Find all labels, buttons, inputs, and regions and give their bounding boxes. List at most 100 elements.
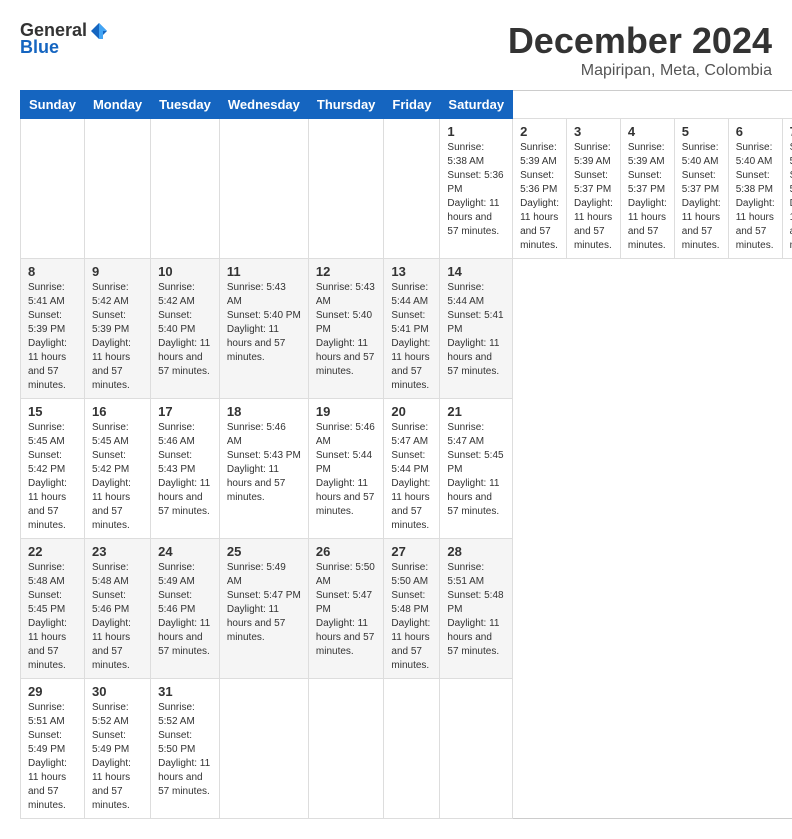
day-info: Sunrise: 5:52 AM Sunset: 5:50 PM Dayligh… — [158, 701, 212, 799]
day-info: Sunrise: 5:52 AM Sunset: 5:49 PM Dayligh… — [92, 701, 143, 813]
calendar-cell — [21, 119, 85, 259]
day-info: Sunrise: 5:51 AM Sunset: 5:48 PM Dayligh… — [447, 561, 505, 659]
column-header-saturday: Saturday — [440, 91, 513, 119]
calendar-cell: 5 Sunrise: 5:40 AM Sunset: 5:37 PM Dayli… — [674, 119, 728, 259]
day-number: 24 — [158, 544, 212, 559]
day-number: 14 — [447, 264, 505, 279]
calendar-cell: 28 Sunrise: 5:51 AM Sunset: 5:48 PM Dayl… — [440, 539, 513, 679]
day-number: 10 — [158, 264, 212, 279]
day-info: Sunrise: 5:48 AM Sunset: 5:46 PM Dayligh… — [92, 561, 143, 673]
day-number: 9 — [92, 264, 143, 279]
day-info: Sunrise: 5:49 AM Sunset: 5:46 PM Dayligh… — [158, 561, 212, 659]
calendar-cell: 31 Sunrise: 5:52 AM Sunset: 5:50 PM Dayl… — [151, 679, 220, 819]
day-number: 17 — [158, 404, 212, 419]
calendar-week-row: 22 Sunrise: 5:48 AM Sunset: 5:45 PM Dayl… — [21, 539, 792, 679]
day-number: 25 — [227, 544, 301, 559]
calendar-cell: 4 Sunrise: 5:39 AM Sunset: 5:37 PM Dayli… — [620, 119, 674, 259]
location-text: Mapiripan, Meta, Colombia — [508, 62, 772, 80]
day-info: Sunrise: 5:40 AM Sunset: 5:37 PM Dayligh… — [682, 141, 721, 253]
logo-flag-icon — [89, 21, 109, 41]
day-number: 8 — [28, 264, 77, 279]
day-number: 15 — [28, 404, 77, 419]
calendar-cell: 3 Sunrise: 5:39 AM Sunset: 5:37 PM Dayli… — [566, 119, 620, 259]
calendar-cell — [440, 679, 513, 819]
day-info: Sunrise: 5:42 AM Sunset: 5:39 PM Dayligh… — [92, 281, 143, 393]
day-number: 22 — [28, 544, 77, 559]
day-info: Sunrise: 5:49 AM Sunset: 5:47 PM Dayligh… — [227, 561, 301, 645]
day-number: 18 — [227, 404, 301, 419]
calendar-cell — [151, 119, 220, 259]
calendar-cell: 2 Sunrise: 5:39 AM Sunset: 5:36 PM Dayli… — [513, 119, 567, 259]
day-info: Sunrise: 5:38 AM Sunset: 5:36 PM Dayligh… — [447, 141, 505, 239]
calendar-cell — [308, 679, 384, 819]
day-info: Sunrise: 5:39 AM Sunset: 5:36 PM Dayligh… — [520, 141, 559, 253]
calendar-week-row: 8 Sunrise: 5:41 AM Sunset: 5:39 PM Dayli… — [21, 259, 792, 399]
calendar-cell: 26 Sunrise: 5:50 AM Sunset: 5:47 PM Dayl… — [308, 539, 384, 679]
day-number: 16 — [92, 404, 143, 419]
month-title: December 2024 — [508, 20, 772, 62]
day-info: Sunrise: 5:39 AM Sunset: 5:37 PM Dayligh… — [628, 141, 667, 253]
calendar-cell — [84, 119, 150, 259]
column-header-sunday: Sunday — [21, 91, 85, 119]
day-number: 29 — [28, 684, 77, 699]
calendar-cell: 29 Sunrise: 5:51 AM Sunset: 5:49 PM Dayl… — [21, 679, 85, 819]
logo-blue-text: Blue — [20, 37, 59, 58]
calendar-cell: 9 Sunrise: 5:42 AM Sunset: 5:39 PM Dayli… — [84, 259, 150, 399]
day-number: 21 — [447, 404, 505, 419]
day-number: 31 — [158, 684, 212, 699]
day-info: Sunrise: 5:42 AM Sunset: 5:40 PM Dayligh… — [158, 281, 212, 379]
calendar-cell — [384, 679, 440, 819]
calendar-cell: 7 Sunrise: 5:41 AM Sunset: 5:38 PM Dayli… — [782, 119, 792, 259]
calendar-cell: 14 Sunrise: 5:44 AM Sunset: 5:41 PM Dayl… — [440, 259, 513, 399]
calendar-cell: 21 Sunrise: 5:47 AM Sunset: 5:45 PM Dayl… — [440, 399, 513, 539]
day-number: 11 — [227, 264, 301, 279]
day-info: Sunrise: 5:43 AM Sunset: 5:40 PM Dayligh… — [316, 281, 377, 379]
day-number: 12 — [316, 264, 377, 279]
calendar-cell: 8 Sunrise: 5:41 AM Sunset: 5:39 PM Dayli… — [21, 259, 85, 399]
day-info: Sunrise: 5:46 AM Sunset: 5:43 PM Dayligh… — [227, 421, 301, 505]
calendar-cell: 27 Sunrise: 5:50 AM Sunset: 5:48 PM Dayl… — [384, 539, 440, 679]
calendar-week-row: 29 Sunrise: 5:51 AM Sunset: 5:49 PM Dayl… — [21, 679, 792, 819]
day-number: 3 — [574, 124, 613, 139]
day-number: 26 — [316, 544, 377, 559]
calendar-cell: 13 Sunrise: 5:44 AM Sunset: 5:41 PM Dayl… — [384, 259, 440, 399]
day-info: Sunrise: 5:43 AM Sunset: 5:40 PM Dayligh… — [227, 281, 301, 365]
day-number: 5 — [682, 124, 721, 139]
calendar-cell: 12 Sunrise: 5:43 AM Sunset: 5:40 PM Dayl… — [308, 259, 384, 399]
column-header-wednesday: Wednesday — [219, 91, 308, 119]
day-number: 28 — [447, 544, 505, 559]
calendar-cell: 25 Sunrise: 5:49 AM Sunset: 5:47 PM Dayl… — [219, 539, 308, 679]
day-info: Sunrise: 5:46 AM Sunset: 5:43 PM Dayligh… — [158, 421, 212, 519]
day-number: 13 — [391, 264, 432, 279]
column-header-thursday: Thursday — [308, 91, 384, 119]
column-header-friday: Friday — [384, 91, 440, 119]
day-number: 6 — [736, 124, 775, 139]
calendar-cell: 22 Sunrise: 5:48 AM Sunset: 5:45 PM Dayl… — [21, 539, 85, 679]
day-info: Sunrise: 5:50 AM Sunset: 5:48 PM Dayligh… — [391, 561, 432, 673]
day-info: Sunrise: 5:44 AM Sunset: 5:41 PM Dayligh… — [447, 281, 505, 379]
day-number: 27 — [391, 544, 432, 559]
day-info: Sunrise: 5:48 AM Sunset: 5:45 PM Dayligh… — [28, 561, 77, 673]
day-number: 19 — [316, 404, 377, 419]
day-number: 4 — [628, 124, 667, 139]
calendar-cell: 24 Sunrise: 5:49 AM Sunset: 5:46 PM Dayl… — [151, 539, 220, 679]
day-info: Sunrise: 5:46 AM Sunset: 5:44 PM Dayligh… — [316, 421, 377, 519]
day-number: 20 — [391, 404, 432, 419]
calendar-cell: 10 Sunrise: 5:42 AM Sunset: 5:40 PM Dayl… — [151, 259, 220, 399]
calendar-cell: 23 Sunrise: 5:48 AM Sunset: 5:46 PM Dayl… — [84, 539, 150, 679]
calendar-week-row: 1 Sunrise: 5:38 AM Sunset: 5:36 PM Dayli… — [21, 119, 792, 259]
logo: General Blue — [20, 20, 109, 58]
day-number: 2 — [520, 124, 559, 139]
calendar-cell: 30 Sunrise: 5:52 AM Sunset: 5:49 PM Dayl… — [84, 679, 150, 819]
day-info: Sunrise: 5:47 AM Sunset: 5:44 PM Dayligh… — [391, 421, 432, 533]
day-number: 23 — [92, 544, 143, 559]
calendar-cell — [219, 119, 308, 259]
calendar-cell — [308, 119, 384, 259]
day-info: Sunrise: 5:39 AM Sunset: 5:37 PM Dayligh… — [574, 141, 613, 253]
calendar-cell: 15 Sunrise: 5:45 AM Sunset: 5:42 PM Dayl… — [21, 399, 85, 539]
calendar-cell: 20 Sunrise: 5:47 AM Sunset: 5:44 PM Dayl… — [384, 399, 440, 539]
title-section: December 2024 Mapiripan, Meta, Colombia — [508, 20, 772, 80]
day-info: Sunrise: 5:44 AM Sunset: 5:41 PM Dayligh… — [391, 281, 432, 393]
calendar-table: SundayMondayTuesdayWednesdayThursdayFrid… — [20, 90, 792, 819]
page-header: General Blue December 2024 Mapiripan, Me… — [20, 20, 772, 80]
